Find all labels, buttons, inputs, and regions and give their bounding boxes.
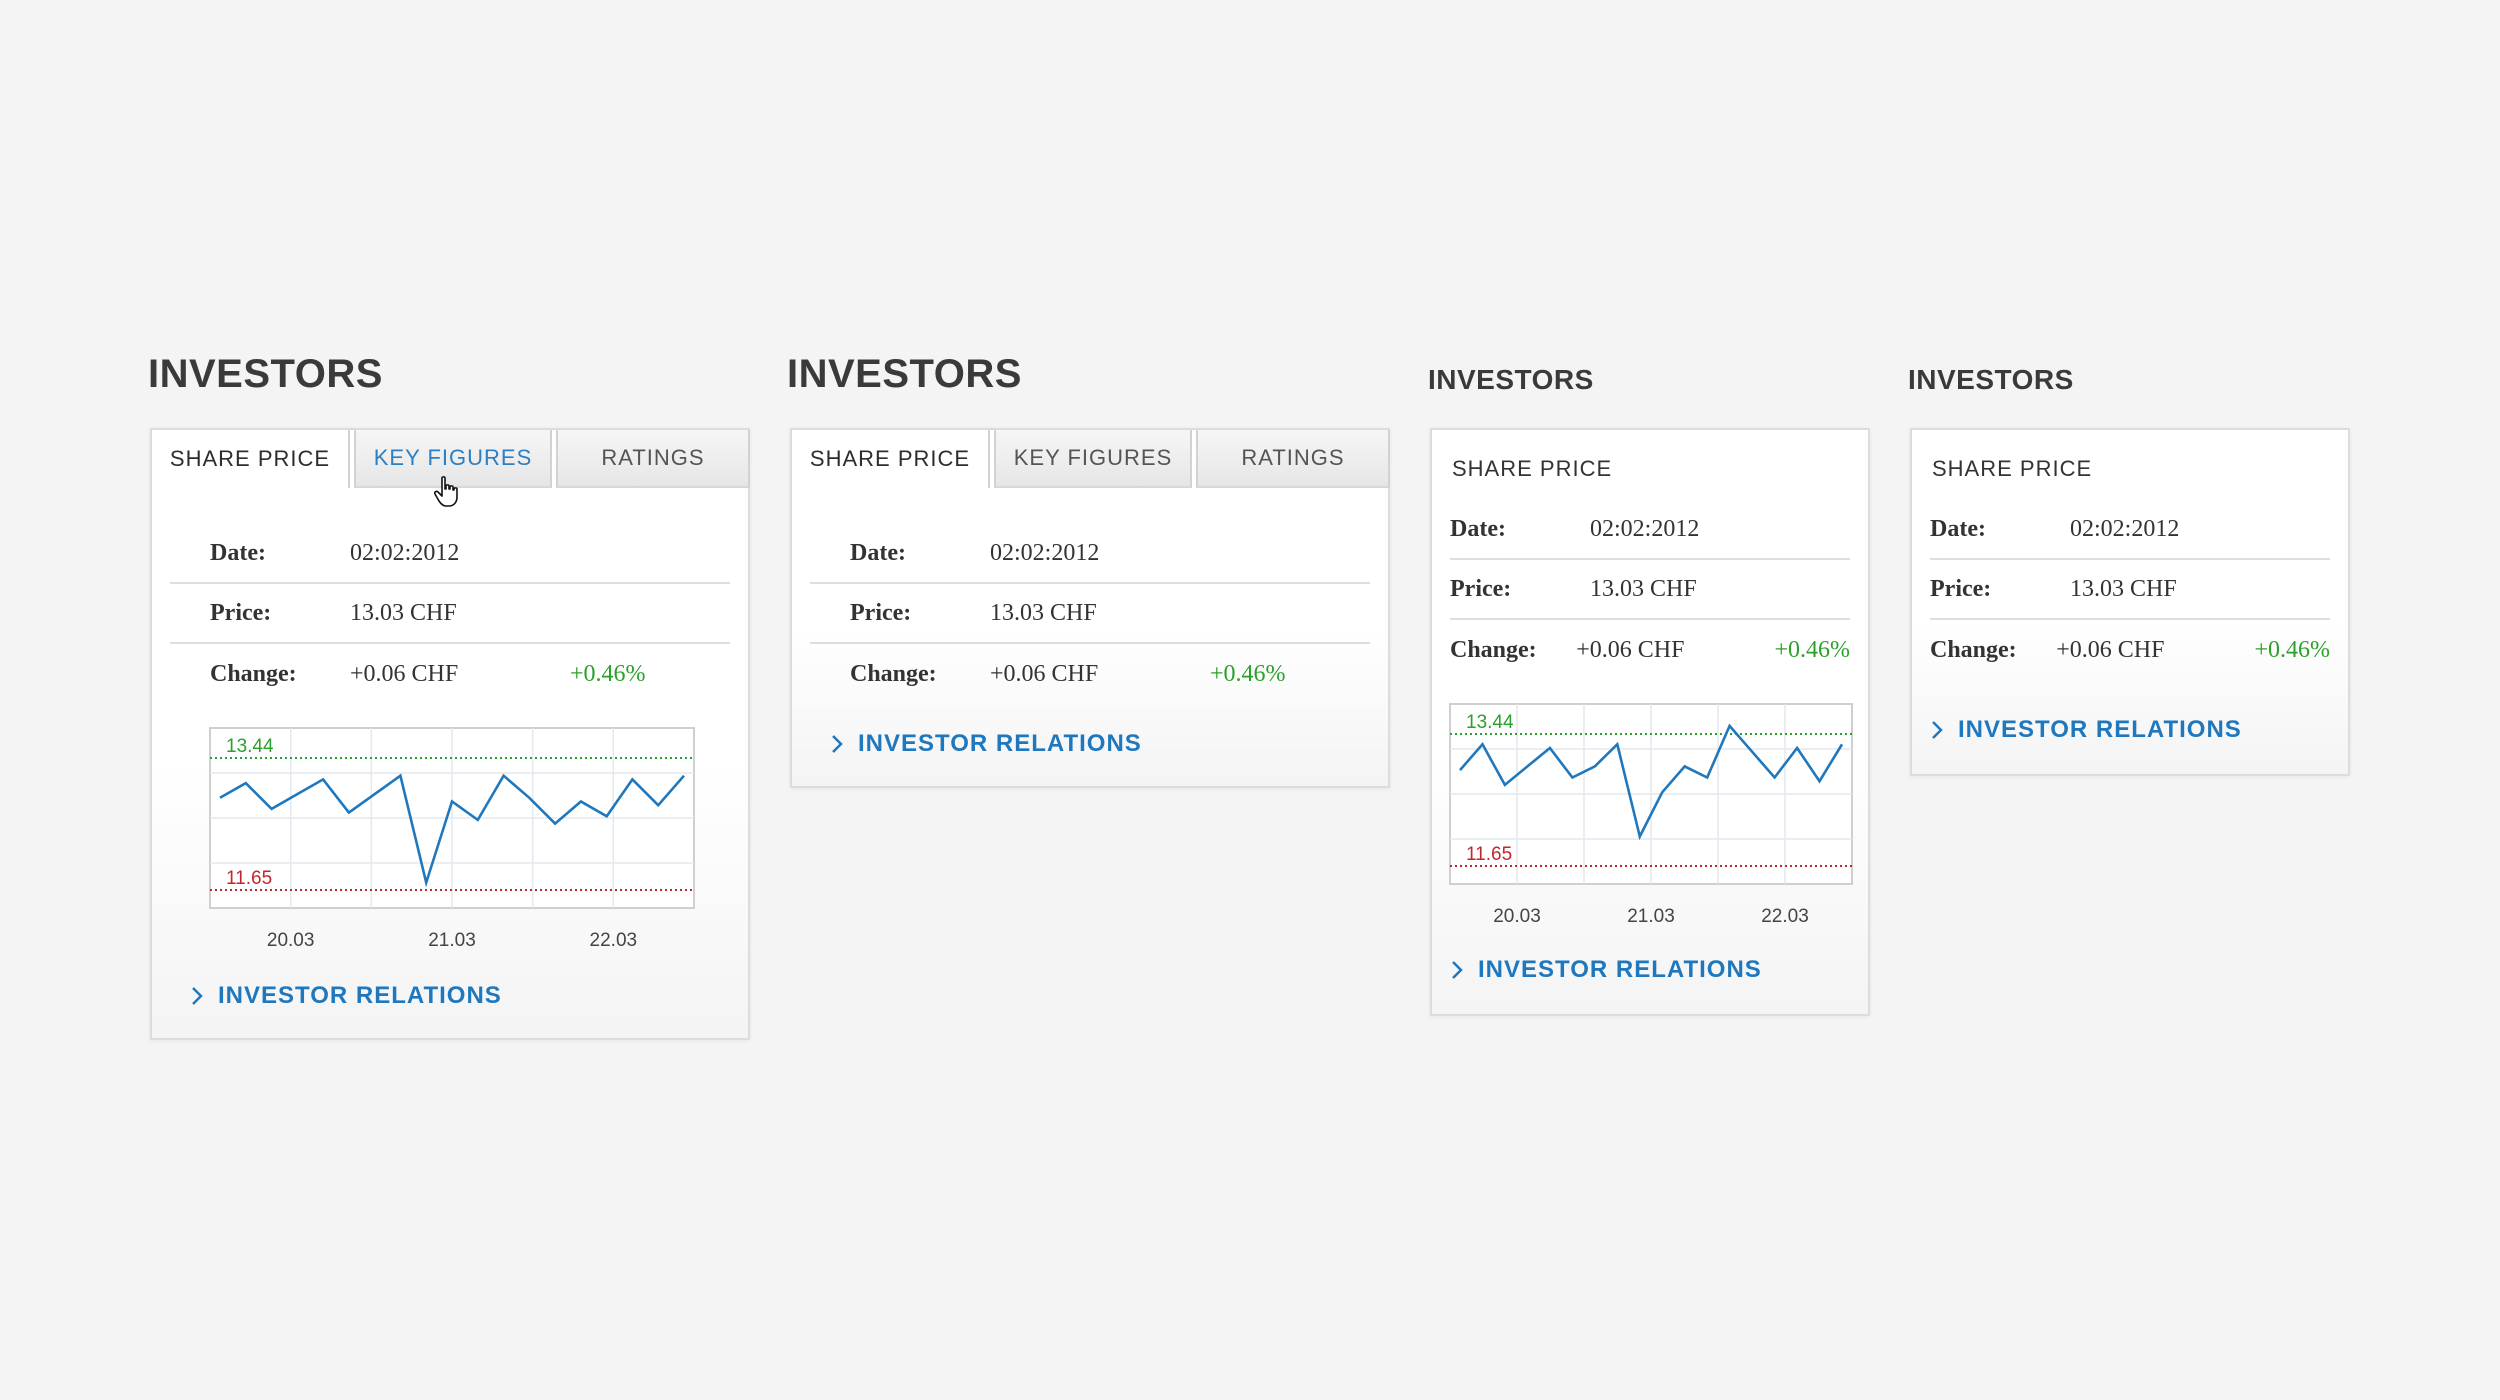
date-row: Date: 02:02:2012 xyxy=(1450,500,1850,560)
chart-x-tick-label: 20.03 xyxy=(267,930,315,951)
change-row: Change: +0.06 CHF +0.46% xyxy=(1930,620,2330,680)
date-label: Date: xyxy=(1450,515,1506,542)
price-label: Price: xyxy=(1930,575,1992,602)
price-value: 13.03 CHF xyxy=(990,599,1097,626)
investors-widget-tabbed-chart: SHARE PRICE KEY FIGURES RATINGS Date: 02… xyxy=(150,428,750,1040)
investor-relations-link[interactable]: INVESTOR RELATIONS xyxy=(188,982,502,1010)
investor-relations-link[interactable]: INVESTOR RELATIONS xyxy=(828,730,1142,758)
change-percent: +0.46% xyxy=(1774,636,1850,663)
section-title: SHARE PRICE xyxy=(1452,456,1613,481)
date-value: 02:02:2012 xyxy=(2070,515,2180,542)
date-label: Date: xyxy=(850,539,906,566)
tab-share-price[interactable]: SHARE PRICE xyxy=(792,430,990,488)
widget-heading: INVESTORS xyxy=(1908,364,2074,395)
change-label: Change: xyxy=(850,660,937,687)
investor-relations-label: INVESTOR RELATIONS xyxy=(858,730,1142,757)
chart-x-tick-label: 22.03 xyxy=(1761,906,1809,927)
price-row: Price: 13.03 CHF xyxy=(1450,560,1850,620)
price-label: Price: xyxy=(850,599,912,626)
chart-x-tick-label: 21.03 xyxy=(428,930,476,951)
chart-low-label: 11.65 xyxy=(1466,844,1512,865)
hand-pointer-icon xyxy=(434,476,458,507)
chevron-right-icon xyxy=(828,733,846,755)
chart-low-label: 11.65 xyxy=(226,868,272,889)
change-label: Change: xyxy=(1450,636,1537,663)
chart-x-tick-label: 21.03 xyxy=(1627,906,1675,927)
date-label: Date: xyxy=(1930,515,1986,542)
price-row: Price: 13.03 CHF xyxy=(170,584,730,644)
investor-relations-label: INVESTOR RELATIONS xyxy=(218,982,502,1009)
date-value: 02:02:2012 xyxy=(990,539,1100,566)
change-percent: +0.46% xyxy=(1210,660,1286,687)
change-value: +0.06 CHF xyxy=(350,660,459,687)
investors-widget-compact-chart: SHARE PRICE Date: 02:02:2012 Price: 13.0… xyxy=(1430,428,1870,1016)
change-label: Change: xyxy=(1930,636,2017,663)
investors-widget-compact: SHARE PRICE Date: 02:02:2012 Price: 13.0… xyxy=(1910,428,2350,776)
price-value: 13.03 CHF xyxy=(350,599,457,626)
date-label: Date: xyxy=(210,539,266,566)
change-value: +0.06 CHF xyxy=(2056,636,2165,663)
change-row: Change: +0.06 CHF +0.46% xyxy=(170,644,730,704)
date-row: Date: 02:02:2012 xyxy=(1930,500,2330,560)
investor-relations-link[interactable]: INVESTOR RELATIONS xyxy=(1928,716,2242,744)
price-row: Price: 13.03 CHF xyxy=(810,584,1370,644)
change-value: +0.06 CHF xyxy=(990,660,1099,687)
chevron-right-icon xyxy=(1448,959,1466,981)
change-value: +0.06 CHF xyxy=(1576,636,1685,663)
share-price-chart: 13.44 11.65 20.03 21.03 22.03 xyxy=(209,727,695,951)
widget-heading: INVESTORS xyxy=(148,352,383,396)
change-row: Change: +0.06 CHF +0.46% xyxy=(1450,620,1850,680)
widget-heading: INVESTORS xyxy=(1428,364,1594,395)
investor-relations-label: INVESTOR RELATIONS xyxy=(1958,716,2242,743)
widget-heading: INVESTORS xyxy=(787,352,1022,396)
chevron-right-icon xyxy=(1928,719,1946,741)
price-row: Price: 13.03 CHF xyxy=(1930,560,2330,620)
price-label: Price: xyxy=(210,599,272,626)
share-price-chart: 13.44 11.65 20.03 21.03 22.03 xyxy=(1449,703,1853,927)
investor-relations-label: INVESTOR RELATIONS xyxy=(1478,956,1762,983)
chart-x-tick-label: 20.03 xyxy=(1493,906,1541,927)
price-value: 13.03 CHF xyxy=(1590,575,1697,602)
tab-ratings[interactable]: RATINGS xyxy=(1196,430,1390,488)
tab-bar: SHARE PRICE KEY FIGURES RATINGS xyxy=(792,430,1390,488)
tab-key-figures[interactable]: KEY FIGURES xyxy=(994,430,1192,488)
date-value: 02:02:2012 xyxy=(1590,515,1700,542)
change-row: Change: +0.06 CHF +0.46% xyxy=(810,644,1370,704)
date-value: 02:02:2012 xyxy=(350,539,460,566)
change-percent: +0.46% xyxy=(570,660,646,687)
chart-high-label: 13.44 xyxy=(1466,712,1514,733)
date-row: Date: 02:02:2012 xyxy=(810,524,1370,584)
chevron-right-icon xyxy=(188,985,206,1007)
price-value: 13.03 CHF xyxy=(2070,575,2177,602)
tab-ratings[interactable]: RATINGS xyxy=(556,430,750,488)
date-row: Date: 02:02:2012 xyxy=(170,524,730,584)
price-label: Price: xyxy=(1450,575,1512,602)
change-label: Change: xyxy=(210,660,297,687)
chart-high-label: 13.44 xyxy=(226,736,274,757)
section-title: SHARE PRICE xyxy=(1932,456,2093,481)
tab-share-price[interactable]: SHARE PRICE xyxy=(152,430,350,488)
investors-widget-tabbed: SHARE PRICE KEY FIGURES RATINGS Date: 02… xyxy=(790,428,1390,788)
change-percent: +0.46% xyxy=(2254,636,2330,663)
chart-x-tick-label: 22.03 xyxy=(590,930,638,951)
investor-relations-link[interactable]: INVESTOR RELATIONS xyxy=(1448,956,1762,984)
